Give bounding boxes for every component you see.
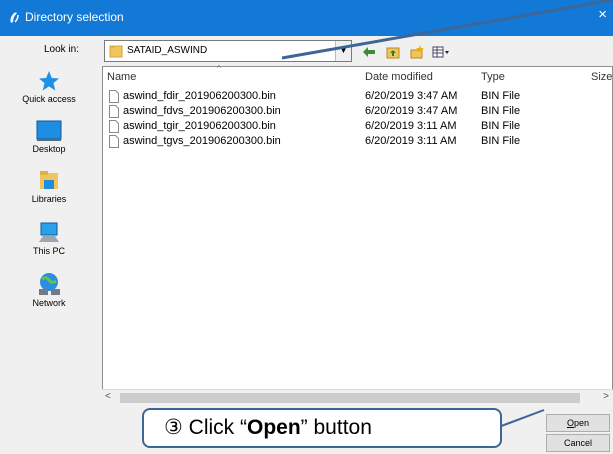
file-name: aswind_fdvs_201906200300.bin (123, 105, 281, 117)
file-icon (109, 135, 119, 148)
scrollbar-thumb[interactable] (120, 393, 580, 403)
place-label: Quick access (22, 94, 76, 104)
place-label: Network (32, 298, 66, 308)
toolbar (360, 43, 450, 61)
column-header-size[interactable]: Size (591, 67, 612, 87)
file-date: 6/20/2019 3:11 AM (365, 135, 457, 147)
scroll-right-icon[interactable]: > (603, 391, 609, 402)
folder-icon (109, 45, 123, 58)
column-header-date[interactable]: Date modified (365, 67, 433, 87)
sort-ascending-icon: ^ (217, 64, 221, 73)
app-icon (10, 12, 19, 23)
file-row[interactable]: aswind_fdir_201906200300.bin 6/20/2019 3… (103, 89, 603, 104)
file-name: aswind_tgir_201906200300.bin (123, 120, 276, 132)
places-bar: Quick access Desktop Libraries This PC N… (14, 66, 84, 366)
file-type: BIN File (481, 105, 521, 117)
callout-bold: Open (247, 416, 301, 439)
cancel-button[interactable]: Cancel (546, 434, 610, 452)
view-menu-icon[interactable] (432, 44, 450, 60)
file-row[interactable]: aswind_fdvs_201906200300.bin 6/20/2019 3… (103, 104, 603, 119)
file-icon (109, 120, 119, 133)
computer-icon (39, 222, 59, 242)
file-date: 6/20/2019 3:47 AM (365, 90, 458, 102)
look-in-label: Look in: (44, 44, 80, 55)
new-folder-icon[interactable] (408, 44, 426, 60)
place-this-pc[interactable]: This PC (14, 220, 84, 256)
libraries-icon (40, 171, 58, 189)
desktop-icon (36, 120, 62, 141)
place-desktop[interactable]: Desktop (14, 120, 84, 154)
file-type: BIN File (481, 135, 521, 147)
file-date: 6/20/2019 3:47 AM (365, 105, 458, 117)
network-icon (39, 273, 60, 295)
chevron-down-icon[interactable]: ▼ (335, 41, 351, 61)
column-header-type[interactable]: Type (481, 67, 505, 87)
horizontal-scrollbar[interactable]: < > (102, 389, 613, 406)
place-quick-access[interactable]: Quick access (14, 70, 84, 104)
file-name: aswind_fdir_201906200300.bin (123, 90, 276, 102)
file-row[interactable]: aswind_tgvs_201906200300.bin 6/20/2019 3… (103, 134, 603, 149)
up-folder-icon[interactable] (384, 44, 402, 60)
callout-suffix: ” button (300, 416, 372, 439)
column-header-name[interactable]: Name (107, 67, 136, 87)
place-label: This PC (32, 246, 65, 256)
open-mnemonic: O (566, 418, 574, 428)
callout-prefix: ③ Click “ (164, 416, 247, 439)
file-icon (109, 90, 119, 103)
place-label: Libraries (31, 194, 67, 204)
file-type: BIN File (481, 90, 521, 102)
file-type: BIN File (481, 120, 521, 132)
title-bar: Directory selection × (0, 0, 613, 36)
window-title: Directory selection (25, 10, 124, 24)
place-label: Desktop (32, 144, 66, 154)
file-list[interactable]: ^ Name Date modified Type Size aswind_fd… (102, 64, 613, 406)
close-icon[interactable]: × (598, 6, 607, 23)
look-in-value: SATAID_ASWIND (127, 45, 208, 56)
file-date: 6/20/2019 3:11 AM (365, 120, 457, 132)
place-libraries[interactable]: Libraries (14, 168, 84, 204)
place-network[interactable]: Network (14, 270, 84, 308)
file-row[interactable]: aswind_tgir_201906200300.bin 6/20/2019 3… (103, 119, 603, 134)
instruction-callout: ③ Click “Open” button (142, 408, 502, 448)
file-icon (109, 105, 119, 118)
star-icon (39, 71, 59, 91)
dialog-body: Look in: SATAID_ASWIND ▼ Quick access De… (0, 36, 613, 454)
back-icon[interactable] (360, 44, 378, 60)
file-name: aswind_tgvs_201906200300.bin (123, 135, 281, 147)
scroll-left-icon[interactable]: < (105, 391, 111, 402)
open-button[interactable]: Open (546, 414, 610, 432)
open-button-label: pen (573, 418, 590, 428)
look-in-dropdown[interactable]: SATAID_ASWIND ▼ (104, 40, 352, 62)
